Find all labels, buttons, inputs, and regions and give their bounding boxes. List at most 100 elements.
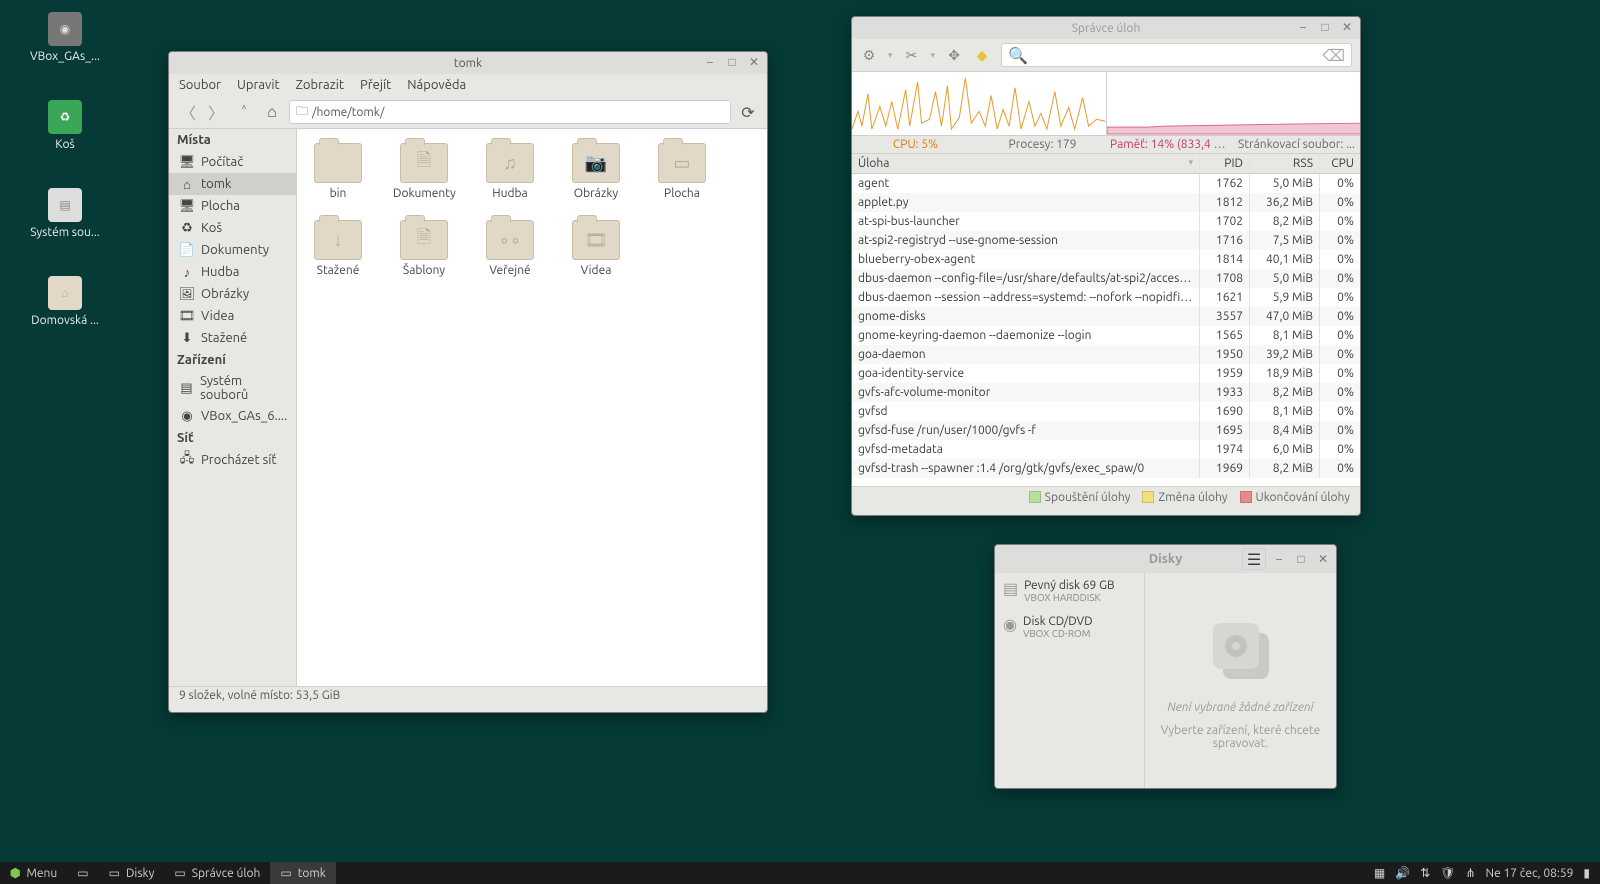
- menu-go[interactable]: Přejít: [360, 78, 391, 92]
- table-row[interactable]: gvfsd-metadata19746,0 MiB0%: [852, 440, 1360, 459]
- sidebar-icon: ♻: [179, 220, 195, 236]
- dropdown-icon[interactable]: ▾: [931, 50, 936, 61]
- folder-item[interactable]: bin: [307, 143, 369, 200]
- tm-search[interactable]: 🔍 ⌫: [1001, 43, 1352, 67]
- home-icon: ⌂: [48, 276, 82, 310]
- search-input[interactable]: [1032, 49, 1322, 62]
- folder-item[interactable]: ♫Hudba: [479, 143, 541, 200]
- sidebar-item[interactable]: 🖧Procházet síť: [169, 449, 296, 471]
- folder-item[interactable]: 🎞Videa: [565, 220, 627, 277]
- col-cpu[interactable]: CPU: [1320, 154, 1360, 173]
- dk-headerbar[interactable]: Disky ☰ – □ ✕: [995, 545, 1336, 573]
- forward-button[interactable]: 〉: [205, 101, 227, 123]
- cell-pid: 1950: [1200, 345, 1250, 364]
- taskbar-task-label: Správce úloh: [192, 867, 261, 880]
- col-pid[interactable]: PID: [1200, 154, 1250, 173]
- table-row[interactable]: gvfsd-fuse /run/user/1000/gvfs -f16958,4…: [852, 421, 1360, 440]
- menu-edit[interactable]: Upravit: [237, 78, 280, 92]
- sidebar-item[interactable]: ♻Koš: [169, 217, 296, 239]
- cut-icon[interactable]: ✂: [903, 46, 921, 64]
- table-row[interactable]: applet.py181236,2 MiB0%: [852, 193, 1360, 212]
- legend-end: Ukončování úlohy: [1240, 491, 1351, 504]
- col-rss[interactable]: RSS: [1250, 154, 1320, 173]
- table-row[interactable]: goa-identity-service195918,9 MiB0%: [852, 364, 1360, 383]
- tray-icon[interactable]: ▦: [1374, 866, 1385, 880]
- dropdown-icon[interactable]: ▾: [888, 50, 893, 61]
- reload-button[interactable]: ⟳: [737, 101, 759, 123]
- volume-icon[interactable]: 🔊: [1395, 866, 1410, 880]
- sidebar-item[interactable]: 🎞Videa: [169, 305, 296, 327]
- table-row[interactable]: at-spi-bus-launcher17028,2 MiB0%: [852, 212, 1360, 231]
- sidebar-item[interactable]: ♪Hudba: [169, 261, 296, 283]
- up-button[interactable]: ˄: [233, 101, 255, 123]
- table-row[interactable]: gvfsd16908,1 MiB0%: [852, 402, 1360, 421]
- taskbar-task[interactable]: ▭tomk: [270, 862, 335, 884]
- sidebar-item[interactable]: ▤Systém souborů: [169, 371, 296, 405]
- home-button[interactable]: ⌂: [261, 101, 283, 123]
- table-row[interactable]: blueberry-obex-agent181440,1 MiB0%: [852, 250, 1360, 269]
- folder-item[interactable]: ↓Stažené: [307, 220, 369, 277]
- cell-rss: 8,1 MiB: [1250, 402, 1320, 421]
- clock[interactable]: Ne 17 čec, 08:59: [1486, 867, 1574, 880]
- table-row[interactable]: at-spi2-registryd --use-gnome-session171…: [852, 231, 1360, 250]
- minimize-button[interactable]: –: [1296, 20, 1310, 34]
- cell-rss: 5,0 MiB: [1250, 174, 1320, 193]
- menu-button[interactable]: ⬢ Menu: [0, 862, 67, 884]
- folder-item[interactable]: ▭Plocha: [651, 143, 713, 200]
- sidebar-item[interactable]: ◉VBox_GAs_6....: [169, 405, 296, 427]
- star-icon[interactable]: ◆: [973, 46, 991, 64]
- taskbar-task[interactable]: ▭Správce úloh: [164, 862, 270, 884]
- folder-label: Videa: [565, 264, 627, 277]
- address-bar[interactable]: 🗀 /home/tomk/: [289, 100, 731, 124]
- col-task[interactable]: Úloha ▾: [852, 154, 1200, 173]
- show-desktop-button[interactable]: ▭: [67, 862, 98, 884]
- menu-help[interactable]: Nápověda: [407, 78, 466, 92]
- taskbar-task[interactable]: ▭Disky: [99, 862, 165, 884]
- table-row[interactable]: dbus-daemon --session --address=systemd:…: [852, 288, 1360, 307]
- network-icon[interactable]: ⇅: [1420, 866, 1430, 880]
- desktop-icon-home[interactable]: ⌂ Domovská ...: [20, 276, 110, 327]
- fm-titlebar[interactable]: tomk – □ ✕: [169, 52, 767, 74]
- sidebar-item[interactable]: ⬇Stažené: [169, 327, 296, 349]
- folder-item[interactable]: 🗎Dokumenty: [393, 143, 455, 200]
- table-row[interactable]: dbus-daemon --config-file=/usr/share/def…: [852, 269, 1360, 288]
- folder-item[interactable]: 🗎Šablony: [393, 220, 455, 277]
- table-row[interactable]: gnome-disks355747,0 MiB0%: [852, 307, 1360, 326]
- shield-icon[interactable]: 🛡: [1440, 866, 1455, 880]
- move-icon[interactable]: ✥: [945, 46, 963, 64]
- disk-list-item[interactable]: ▤Pevný disk 69 GBVBOX HARDDISK: [995, 573, 1144, 609]
- sidebar-item[interactable]: 📄Dokumenty: [169, 239, 296, 261]
- table-row[interactable]: agent17625,0 MiB0%: [852, 174, 1360, 193]
- close-button[interactable]: ✕: [1340, 20, 1354, 34]
- folder-item[interactable]: 📷Obrázky: [565, 143, 627, 200]
- sidebar-item[interactable]: 🖥Plocha: [169, 195, 296, 217]
- settings-icon[interactable]: ⚙: [860, 46, 878, 64]
- table-row[interactable]: gvfsd-trash --spawner :1.4 /org/gtk/gvfs…: [852, 459, 1360, 478]
- sidebar-item[interactable]: ⌂tomk: [169, 173, 296, 195]
- maximize-button[interactable]: □: [725, 55, 739, 69]
- tm-titlebar[interactable]: Správce úloh – □ ✕: [852, 17, 1360, 39]
- table-row[interactable]: gnome-keyring-daemon --daemonize --login…: [852, 326, 1360, 345]
- disk-sub: VBOX CD-ROM: [1023, 628, 1093, 639]
- menu-view[interactable]: Zobrazit: [296, 78, 344, 92]
- connection-icon[interactable]: ⋔: [1465, 866, 1475, 880]
- fm-content[interactable]: bin 🗎Dokumenty ♫Hudba 📷Obrázky ▭Plocha ↓Staže…: [297, 129, 767, 686]
- maximize-button[interactable]: □: [1318, 20, 1332, 34]
- back-button[interactable]: 〈: [177, 101, 199, 123]
- close-button[interactable]: ✕: [747, 55, 761, 69]
- folder-item[interactable]: ∘∘Veřejné: [479, 220, 541, 277]
- sidebar-item[interactable]: 🖼Obrázky: [169, 283, 296, 305]
- table-row[interactable]: goa-daemon195039,2 MiB0%: [852, 345, 1360, 364]
- clear-icon[interactable]: ⌫: [1322, 46, 1345, 65]
- disk-list-item[interactable]: ◉Disk CD/DVDVBOX CD-ROM: [995, 609, 1144, 645]
- minimize-button[interactable]: –: [703, 55, 717, 69]
- menu-file[interactable]: Soubor: [179, 78, 221, 92]
- desktop-icon-filesystem[interactable]: ▤ Systém sou...: [20, 188, 110, 239]
- table-row[interactable]: gvfs-afc-volume-monitor19338,2 MiB0%: [852, 383, 1360, 402]
- desktop-icon-trash[interactable]: ♻ Koš: [20, 100, 110, 151]
- sidebar-item[interactable]: 🖥Počítač: [169, 151, 296, 173]
- fm-toolbar: 〈 〉 ˄ ⌂ 🗀 /home/tomk/ ⟳: [169, 96, 767, 129]
- sidebar-label: tomk: [201, 177, 231, 191]
- user-icon[interactable]: ▮: [1583, 866, 1590, 880]
- desktop-icon-vbox[interactable]: ◉ VBox_GAs_...: [20, 12, 110, 63]
